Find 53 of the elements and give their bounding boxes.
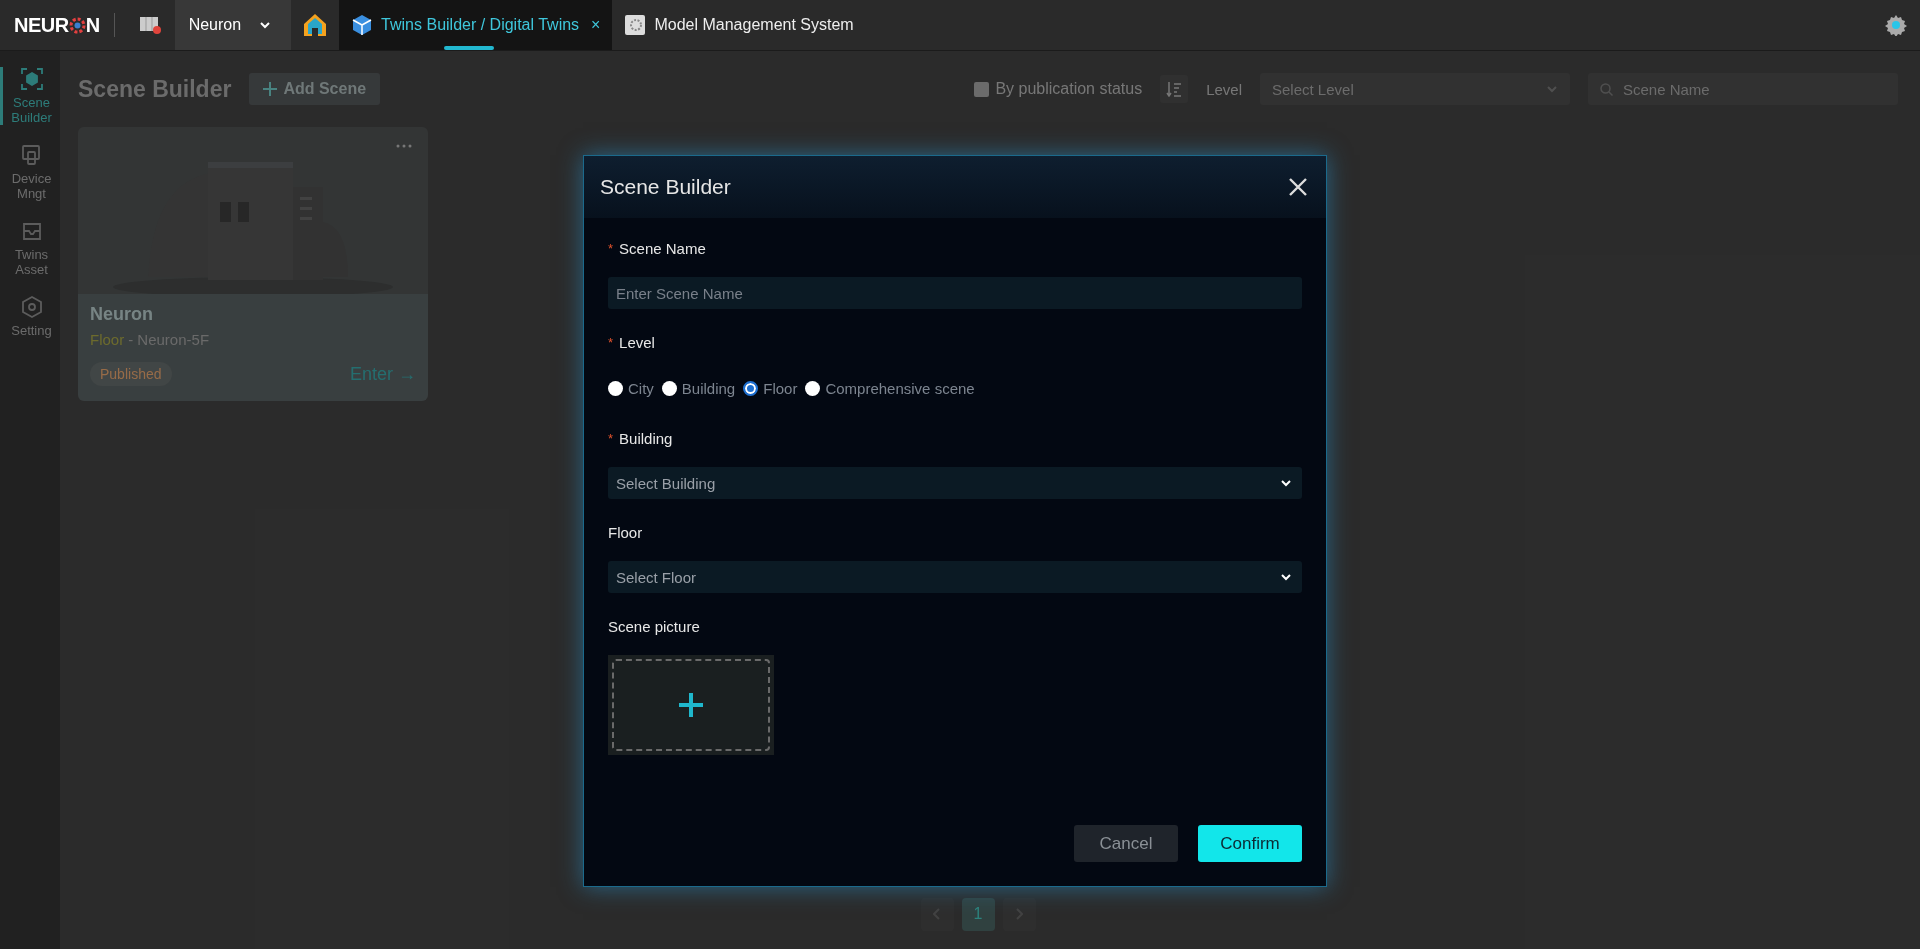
cancel-button[interactable]: Cancel	[1074, 825, 1178, 862]
close-icon[interactable]	[1288, 177, 1308, 197]
add-scene-button[interactable]: Add Scene	[249, 73, 381, 105]
hexagon-icon	[19, 295, 44, 319]
chevron-down-icon	[1280, 573, 1292, 581]
sort-button[interactable]	[1160, 75, 1189, 103]
sidebar-item[interactable]: Twins Asset	[0, 219, 60, 277]
field-label: Scene picture	[608, 618, 701, 635]
cubes-icon	[351, 14, 374, 36]
field-label: * Building	[608, 430, 674, 447]
level-label: Level	[1206, 80, 1242, 98]
house-icon	[302, 12, 329, 38]
publication-filter-checkbox[interactable]: By publication status	[974, 80, 1143, 98]
chevron-down-icon	[259, 21, 272, 29]
logo-ring-icon	[68, 16, 86, 34]
level-radio[interactable]: Comprehensive scene	[805, 379, 975, 397]
plus-icon	[677, 691, 705, 719]
dialog-title: Scene Builder	[600, 175, 731, 199]
gear-doc-icon	[624, 14, 647, 36]
search-icon	[1600, 82, 1613, 96]
app-tab[interactable]: Twins Builder / Digital Twins ×	[339, 0, 613, 50]
card-title: Neuron	[90, 304, 154, 325]
required-mark: *	[608, 241, 614, 256]
chevron-down-icon	[1280, 479, 1292, 487]
status-badge: Published	[90, 362, 172, 386]
sidebar-item[interactable]: Device Mngt	[0, 143, 60, 201]
cube-icon	[19, 67, 44, 91]
page-title: Scene Builder	[78, 75, 232, 103]
logo: NEUR N	[13, 13, 101, 37]
upload-area[interactable]	[608, 655, 774, 755]
close-tab-icon[interactable]: ×	[591, 16, 601, 34]
sort-icon	[1166, 81, 1183, 97]
required-mark: *	[608, 335, 614, 350]
level-radio[interactable]: Floor	[743, 379, 798, 397]
field-label: * Scene Name	[608, 240, 707, 257]
level-radio[interactable]: City	[608, 379, 654, 397]
scene-name-field[interactable]: Enter Scene Name	[608, 277, 1302, 309]
app-tab[interactable]: Model Management System	[612, 0, 866, 50]
plus-icon	[263, 82, 278, 96]
confirm-button[interactable]: Confirm	[1198, 825, 1302, 862]
required-mark: *	[608, 431, 614, 446]
map-icon	[138, 14, 163, 36]
field-label: * Level	[608, 334, 656, 351]
search-field[interactable]: Scene Name	[1588, 73, 1898, 105]
select-field[interactable]: Select Floor	[608, 561, 1302, 593]
level-radio[interactable]: Building	[661, 379, 736, 397]
sidebar-item[interactable]: Setting	[0, 295, 60, 338]
select-field[interactable]: Select Building	[608, 467, 1302, 499]
field-label: Floor	[608, 524, 644, 541]
chevron-down-icon	[1546, 85, 1558, 93]
settings-icon	[1885, 14, 1907, 36]
app-switcher[interactable]: Neuron	[174, 0, 292, 50]
level-select[interactable]: Select Level	[1260, 73, 1570, 105]
